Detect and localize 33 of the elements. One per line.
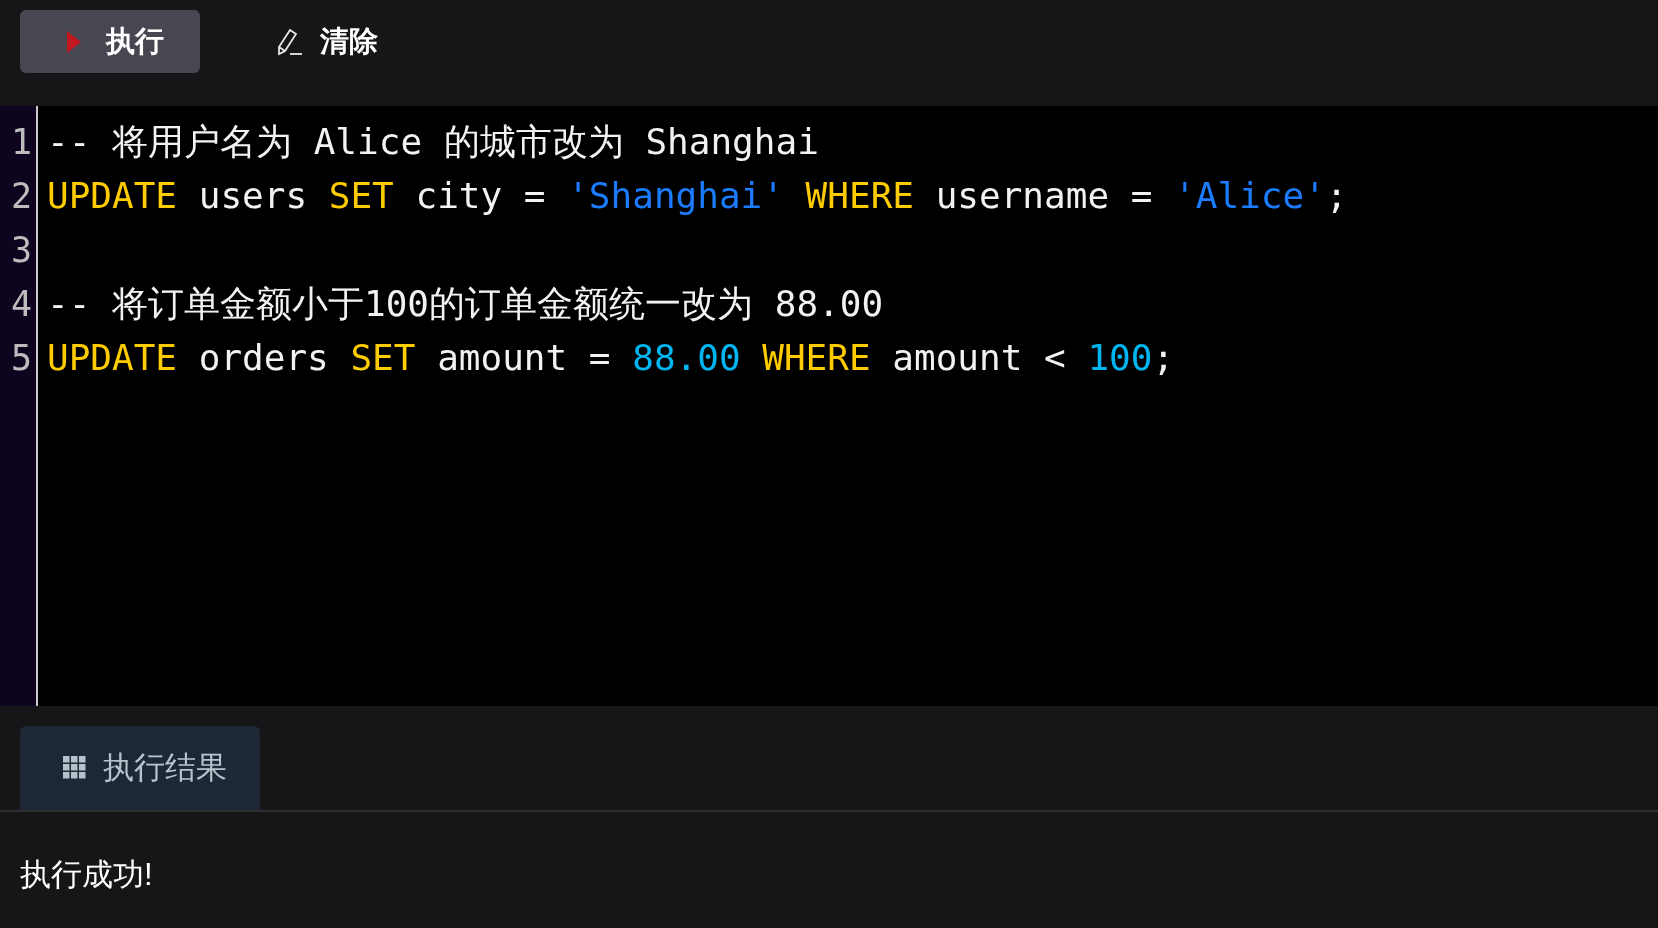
code-comment: -- 将用户名为 Alice 的城市改为 Shanghai xyxy=(47,120,819,164)
sql-keyword: UPDATE xyxy=(47,336,178,380)
line-number: 3 xyxy=(10,228,32,272)
code-text: city = xyxy=(414,174,547,218)
play-icon xyxy=(66,29,82,54)
sql-keyword: WHERE xyxy=(761,336,871,380)
line-number: 2 xyxy=(10,174,32,218)
pencil-icon xyxy=(276,26,304,57)
code-comment: -- 将订单金额小于100的订单金额统一改为 88.00 xyxy=(47,282,884,326)
code-text: amount = xyxy=(436,336,612,380)
result-message: 执行成功! xyxy=(20,857,153,892)
line-number: 5 xyxy=(10,336,32,380)
string-literal: 'Shanghai' xyxy=(567,174,784,218)
code-text: username = xyxy=(934,174,1154,218)
number-literal: 100 xyxy=(1087,336,1153,380)
run-button[interactable]: 执行 xyxy=(20,10,200,73)
line-number: 1 xyxy=(10,120,32,164)
sql-keyword: UPDATE xyxy=(47,174,178,218)
line-number: 4 xyxy=(10,282,32,326)
clear-button[interactable]: 清除 xyxy=(252,10,402,73)
code-text: ; xyxy=(1325,174,1348,218)
code-text: orders xyxy=(197,336,330,380)
number-literal: 88.00 xyxy=(632,336,741,380)
code-text: users xyxy=(197,174,309,218)
sql-keyword: SET xyxy=(350,336,416,380)
grid-icon xyxy=(63,756,87,780)
sql-keyword: WHERE xyxy=(804,174,914,218)
code-text: ; xyxy=(1152,336,1175,380)
string-literal: 'Alice' xyxy=(1174,174,1326,218)
code-text: amount < xyxy=(891,336,1067,380)
code-editor[interactable]: 1 2 3 4 5 -- 将用户名为 Alice 的城市改为 Shanghai UPDATE users SET city = 'Shanghai' WHERE username = 'Alice'; -- 将订单金额小于100的订单金额统一改为 88.00 UPDATE orders SET amount = 88.00 WHERE amount < 100; xyxy=(0,106,1658,706)
results-tab[interactable]: 执行结果 xyxy=(20,726,260,810)
sql-keyword: SET xyxy=(328,174,394,218)
